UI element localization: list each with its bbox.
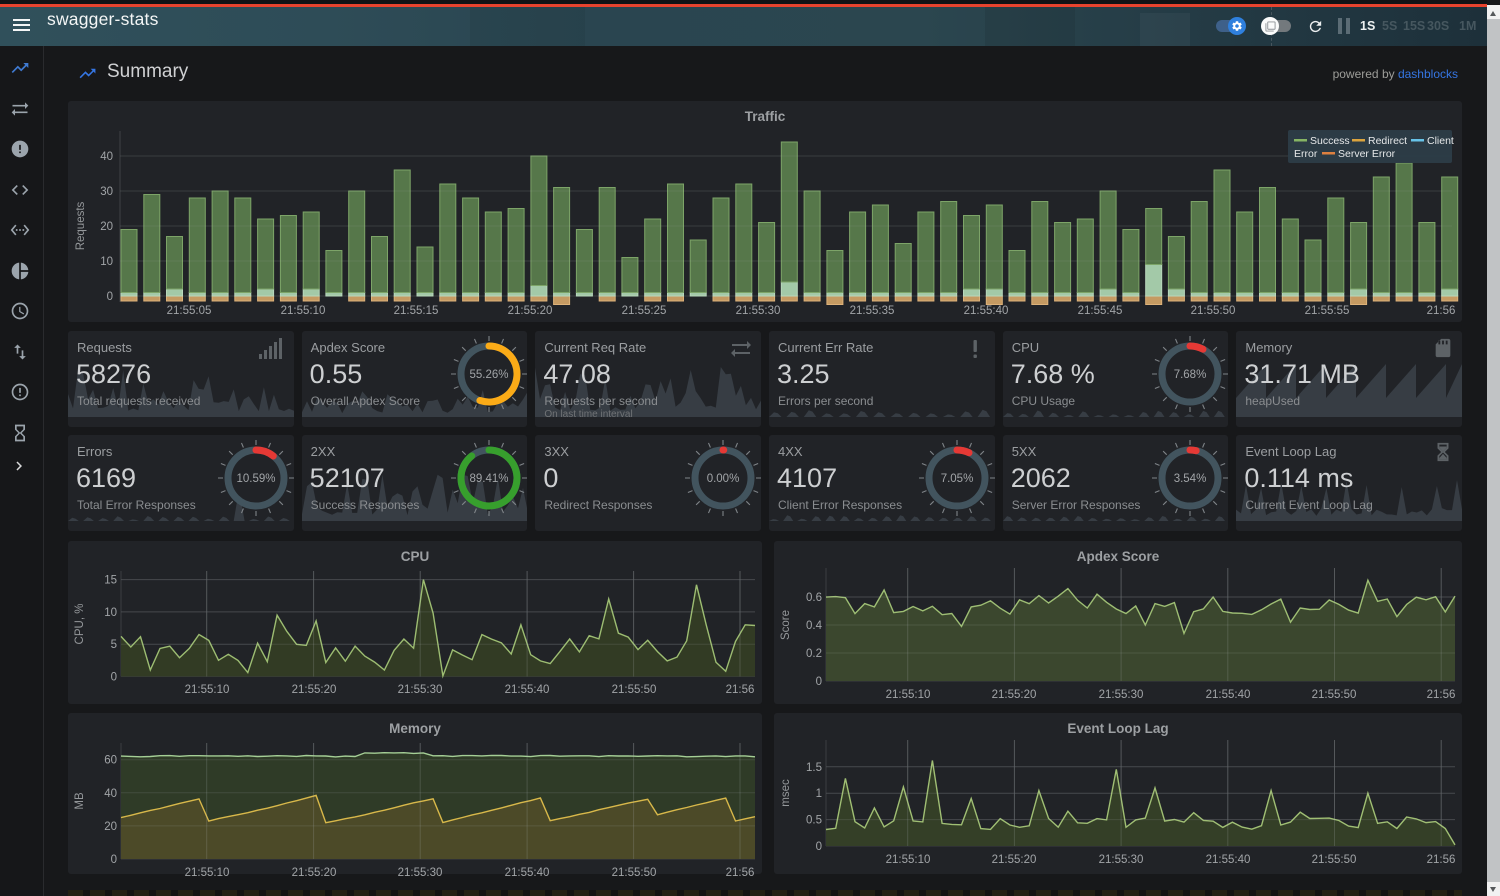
svg-text:0.2: 0.2 [806, 648, 822, 660]
svg-text:21:55:40: 21:55:40 [505, 867, 550, 876]
svg-text:21:56: 21:56 [1427, 854, 1456, 866]
svg-text:CPU, %: CPU, % [74, 604, 86, 645]
svg-text:55.26%: 55.26% [470, 369, 509, 381]
svg-text:21:55:50: 21:55:50 [1312, 854, 1357, 866]
svg-text:21:55:20: 21:55:20 [292, 867, 337, 876]
svg-text:Traffic: Traffic [745, 109, 786, 124]
svg-text:Score: Score [780, 610, 792, 640]
svg-text:0: 0 [816, 841, 822, 853]
svg-text:7.05%: 7.05% [940, 473, 973, 485]
svg-text:21:55:40: 21:55:40 [1206, 854, 1251, 866]
svg-text:5: 5 [111, 639, 117, 651]
svg-text:21:55:40: 21:55:40 [505, 684, 550, 696]
svg-text:Event Loop Lag: Event Loop Lag [1067, 721, 1168, 736]
svg-text:21:55:30: 21:55:30 [736, 305, 781, 317]
svg-text:21:56: 21:56 [726, 867, 755, 876]
svg-text:30: 30 [100, 186, 113, 198]
svg-text:21:55:10: 21:55:10 [185, 867, 230, 876]
svg-text:0: 0 [107, 291, 113, 303]
svg-text:21:55:45: 21:55:45 [1078, 305, 1123, 317]
svg-text:3.54%: 3.54% [1174, 473, 1207, 485]
svg-text:Requests: Requests [75, 201, 87, 250]
svg-text:MB: MB [74, 792, 86, 810]
svg-text:1.5: 1.5 [806, 762, 822, 774]
svg-text:60: 60 [104, 755, 117, 767]
svg-text:21:55:30: 21:55:30 [398, 867, 443, 876]
svg-text:21:55:25: 21:55:25 [622, 305, 667, 317]
svg-text:21:55:50: 21:55:50 [612, 684, 657, 696]
svg-text:CPU: CPU [401, 549, 430, 564]
svg-text:10: 10 [100, 256, 113, 268]
svg-text:0.00%: 0.00% [707, 473, 740, 485]
svg-text:21:55:30: 21:55:30 [1099, 854, 1144, 866]
svg-text:Apdex Score: Apdex Score [1077, 549, 1160, 564]
svg-text:10: 10 [104, 607, 117, 619]
svg-text:21:55:20: 21:55:20 [508, 305, 553, 317]
svg-text:1: 1 [816, 788, 822, 800]
svg-text:0.5: 0.5 [806, 815, 822, 827]
svg-text:15: 15 [104, 575, 117, 587]
svg-text:21:56: 21:56 [726, 684, 755, 696]
svg-text:21:55:10: 21:55:10 [281, 305, 326, 317]
svg-text:20: 20 [104, 821, 117, 833]
svg-text:msec: msec [780, 779, 792, 807]
svg-text:40: 40 [100, 151, 113, 163]
svg-text:21:55:30: 21:55:30 [1099, 689, 1144, 701]
svg-text:21:55:20: 21:55:20 [992, 854, 1037, 866]
svg-text:40: 40 [104, 788, 117, 800]
svg-text:21:55:20: 21:55:20 [992, 689, 1037, 701]
svg-text:21:55:30: 21:55:30 [398, 684, 443, 696]
svg-text:21:55:50: 21:55:50 [1191, 305, 1236, 317]
svg-text:21:56: 21:56 [1427, 689, 1456, 701]
svg-text:21:55:10: 21:55:10 [886, 854, 931, 866]
svg-text:7.68%: 7.68% [1174, 369, 1207, 381]
svg-text:Client: Client [1427, 135, 1454, 147]
svg-text:0.4: 0.4 [806, 620, 823, 632]
svg-text:21:55:10: 21:55:10 [185, 684, 230, 696]
svg-text:0.6: 0.6 [806, 592, 822, 604]
svg-text:Success: Success [1310, 135, 1350, 147]
svg-text:21:55:10: 21:55:10 [886, 689, 931, 701]
svg-text:21:55:15: 21:55:15 [394, 305, 439, 317]
svg-text:Memory: Memory [389, 721, 441, 736]
svg-text:0: 0 [111, 672, 117, 684]
svg-text:21:55:40: 21:55:40 [964, 305, 1009, 317]
svg-text:89.41%: 89.41% [470, 473, 509, 485]
svg-text:0: 0 [111, 854, 117, 866]
svg-text:Redirect: Redirect [1368, 135, 1407, 147]
svg-text:Error: Error [1294, 148, 1318, 160]
svg-text:21:55:20: 21:55:20 [292, 684, 337, 696]
svg-text:21:56: 21:56 [1427, 305, 1456, 317]
svg-text:Server Error: Server Error [1338, 148, 1396, 160]
svg-text:21:55:50: 21:55:50 [612, 867, 657, 876]
svg-text:10.59%: 10.59% [236, 473, 275, 485]
svg-text:21:55:35: 21:55:35 [850, 305, 895, 317]
svg-text:20: 20 [100, 221, 113, 233]
svg-text:21:55:05: 21:55:05 [167, 305, 212, 317]
svg-text:21:55:50: 21:55:50 [1312, 689, 1357, 701]
svg-text:21:55:40: 21:55:40 [1206, 689, 1251, 701]
svg-text:0: 0 [816, 676, 822, 688]
svg-text:21:55:55: 21:55:55 [1305, 305, 1350, 317]
